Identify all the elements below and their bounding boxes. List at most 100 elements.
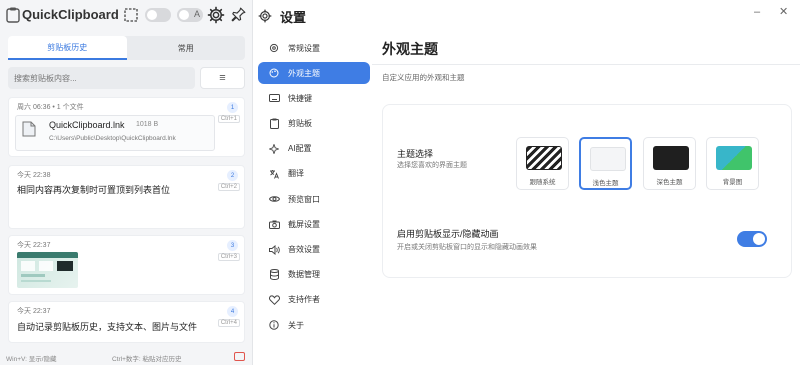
app-logo-icon xyxy=(6,7,20,23)
theme-option-light[interactable]: 浅色主题 xyxy=(579,137,632,190)
item-shortcut: Ctrl+1 xyxy=(217,115,240,123)
keyboard-icon[interactable] xyxy=(234,352,245,361)
database-icon xyxy=(268,269,280,281)
tab-clipboard-history[interactable]: 剪贴板历史 xyxy=(8,36,127,60)
settings-titlebar: 设置 xyxy=(258,6,306,26)
nav-item-ai[interactable]: AI配置 xyxy=(258,138,370,160)
status-paste-hint: Ctrl+数字: 粘贴对应历史 xyxy=(112,356,182,363)
theme-swatch xyxy=(590,147,626,171)
theme-option-label: 跟随系统 xyxy=(529,179,556,186)
item-index-badge: 1 xyxy=(227,102,238,113)
settings-title: 设置 xyxy=(280,9,307,25)
clipboard-window: QuickClipboard A 剪贴板历史 常用 ≡ 周六 06:36 • 1… xyxy=(0,0,253,365)
translate-icon xyxy=(268,168,280,180)
nav-item-data[interactable]: 数据管理 xyxy=(258,264,370,286)
nav-item-sound[interactable]: 音效设置 xyxy=(258,239,370,261)
nav-item-appearance[interactable]: 外观主题 xyxy=(258,62,370,85)
nav-label: 关于 xyxy=(288,320,304,330)
settings-sidebar: 常规设置 外观主题 快捷键 剪贴板 AI配置 翻译 预览窗口 截屏设置 音效设置… xyxy=(258,37,370,339)
theme-option-system[interactable]: 跟随系统 xyxy=(516,137,569,190)
nav-item-support[interactable]: 支持作者 xyxy=(258,289,370,311)
close-button[interactable]: ✕ xyxy=(779,5,788,18)
item-meta: 今天 22:38 xyxy=(17,172,51,179)
item-index-badge: 4 xyxy=(227,306,238,317)
nav-item-translate[interactable]: 翻译 xyxy=(258,163,370,185)
item-shortcut: Ctrl+4 xyxy=(217,319,240,327)
palette-icon xyxy=(268,67,280,79)
menu-button[interactable]: ≡ xyxy=(200,67,245,89)
theme-swatch xyxy=(653,146,689,170)
image-thumbnail xyxy=(17,252,78,288)
list-item[interactable]: 今天 22:37 3 Ctrl+3 xyxy=(8,235,245,295)
page-subtitle: 自定义应用的外观和主题 xyxy=(382,73,465,82)
nav-label: 快捷键 xyxy=(288,93,312,103)
file-entry: QuickClipboard.lnk 1018 B C:\Users\Publi… xyxy=(15,115,215,151)
item-index-badge: 3 xyxy=(227,240,238,251)
screenshot-select-icon[interactable] xyxy=(124,8,138,22)
theme-setting-label: 主题选择 xyxy=(397,149,434,159)
theme-swatch xyxy=(526,146,562,170)
menu-icon: ≡ xyxy=(219,72,226,84)
nav-label: 预览窗口 xyxy=(288,194,320,204)
item-index-badge: 2 xyxy=(227,170,238,181)
list-item[interactable]: 今天 22:38 2 Ctrl+2 相同内容再次复制时可置顶到列表首位 xyxy=(8,165,245,229)
file-icon xyxy=(22,121,36,137)
animation-setting-description: 开启或关闭剪贴板窗口的显示和隐藏动画效果 xyxy=(397,244,537,251)
app-title: QuickClipboard xyxy=(22,7,119,22)
tab-favorites[interactable]: 常用 xyxy=(127,36,246,60)
page-title: 外观主题 xyxy=(382,41,438,57)
nav-label: 音效设置 xyxy=(288,245,320,254)
theme-option-label: 背景图 xyxy=(722,179,743,186)
theme-option-dark[interactable]: 深色主题 xyxy=(643,137,696,190)
clipboard-tabs: 剪贴板历史 常用 xyxy=(8,36,245,60)
pin-icon[interactable] xyxy=(230,6,247,23)
settings-gear-icon[interactable] xyxy=(207,6,225,24)
file-name: QuickClipboard.lnk xyxy=(49,120,125,130)
status-bar: Win+V: 显示/隐藏 Ctrl+数字: 粘贴对应历史 xyxy=(0,349,253,365)
item-text: 相同内容再次复制时可置顶到列表首位 xyxy=(17,185,171,195)
file-path: C:\Users\Public\Desktop\QuickClipboard.l… xyxy=(49,135,176,142)
search-input[interactable] xyxy=(8,67,195,89)
keyboard-icon xyxy=(268,92,280,104)
item-text: 自动记录剪贴板历史，支持文本、图片与文件 xyxy=(17,322,198,332)
animation-toggle[interactable] xyxy=(737,231,767,247)
minimize-button[interactable]: – xyxy=(754,6,760,18)
clipboard-icon xyxy=(268,118,280,130)
nav-item-screenshot[interactable]: 截屏设置 xyxy=(258,213,370,235)
nav-label: 常规设置 xyxy=(288,43,320,53)
nav-item-about[interactable]: 关于 xyxy=(258,314,370,336)
divider xyxy=(372,64,800,65)
animation-setting-label: 启用剪贴板显示/隐藏动画 xyxy=(397,229,499,239)
file-size: 1018 B xyxy=(136,121,159,128)
item-shortcut: Ctrl+2 xyxy=(217,183,240,191)
format-icon: A xyxy=(193,9,200,19)
nav-label: 翻译 xyxy=(288,169,304,179)
nav-label: 数据管理 xyxy=(288,270,320,280)
nav-item-general[interactable]: 常规设置 xyxy=(258,37,370,59)
nav-label: 外观主题 xyxy=(288,68,320,78)
settings-gear-icon xyxy=(258,9,272,23)
nav-label: 截屏设置 xyxy=(288,219,320,229)
nav-label: 支持作者 xyxy=(288,295,320,305)
list-item[interactable]: 周六 06:36 • 1 个文件 1 Ctrl+1 QuickClipboard… xyxy=(8,97,245,157)
heart-icon xyxy=(268,294,280,306)
paste-mode-toggle[interactable]: A xyxy=(177,8,203,22)
list-item[interactable]: 今天 22:37 4 Ctrl+4 自动记录剪贴板历史，支持文本、图片与文件 xyxy=(8,301,245,343)
ai-icon xyxy=(268,143,280,155)
camera-icon xyxy=(268,218,280,230)
clipboard-header: QuickClipboard A xyxy=(0,0,253,30)
nav-label: AI配置 xyxy=(288,144,312,154)
item-meta: 今天 22:37 xyxy=(17,242,51,249)
status-shortcut-hint: Win+V: 显示/隐藏 xyxy=(6,356,57,363)
nav-item-clipboard[interactable]: 剪贴板 xyxy=(258,113,370,135)
nav-item-shortcuts[interactable]: 快捷键 xyxy=(258,87,370,109)
info-icon xyxy=(268,319,280,331)
theme-option-background-image[interactable]: 背景图 xyxy=(706,137,759,190)
nav-item-preview[interactable]: 预览窗口 xyxy=(258,188,370,210)
item-shortcut: Ctrl+3 xyxy=(217,253,240,261)
eye-icon xyxy=(268,193,280,205)
theme-setting-description: 选择您喜欢的界面主题 xyxy=(397,162,467,169)
toggle-switch[interactable] xyxy=(145,8,171,22)
nav-label: 剪贴板 xyxy=(288,119,312,129)
speaker-icon xyxy=(268,244,280,256)
